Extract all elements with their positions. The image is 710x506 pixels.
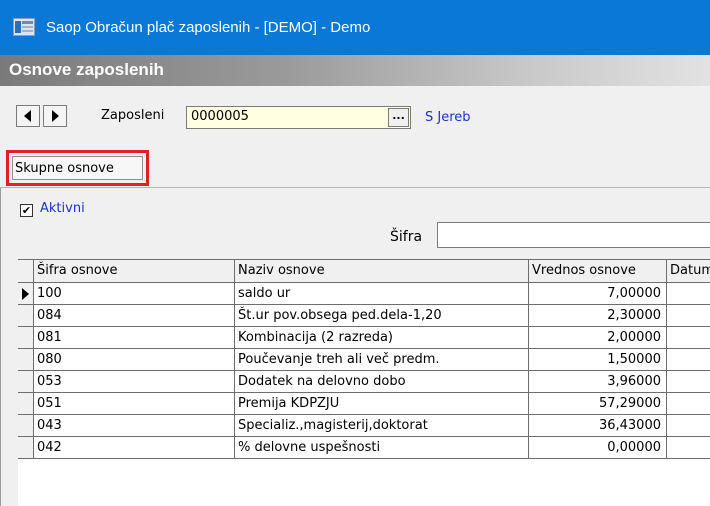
row-indicator[interactable] [18, 327, 34, 349]
arrow-left-icon [24, 110, 31, 122]
table-cell-name[interactable]: saldo ur [235, 283, 529, 305]
tab-content-panel: ✔ Aktivni Šifra Šifra osnove Naziv osnov… [0, 188, 710, 506]
row-indicator[interactable] [18, 371, 34, 393]
table-cell-code[interactable]: 042 [34, 437, 235, 459]
table-cell-code[interactable]: 100 [34, 283, 235, 305]
navigation-bar: Zaposleni 0000005 ... S Jereb [0, 86, 710, 146]
table-cell-date[interactable] [667, 437, 710, 459]
table-cell-name[interactable]: Specializ.,magisterij,doktorat [235, 415, 529, 437]
table-cell-date[interactable] [667, 305, 710, 327]
table-cell-name[interactable]: Poučevanje treh ali več predm. [235, 349, 529, 371]
next-record-button[interactable] [43, 105, 67, 127]
column-header-value[interactable]: Vrednos osnove [529, 259, 667, 283]
column-header-name[interactable]: Naziv osnove [235, 259, 529, 283]
tab-skupne-osnove[interactable]: Skupne osnove [12, 156, 143, 180]
employee-name: S Jereb [425, 110, 471, 125]
arrow-right-icon [52, 110, 59, 122]
table-cell-name[interactable]: Kombinacija (2 razreda) [235, 327, 529, 349]
previous-record-button[interactable] [16, 105, 40, 127]
table-cell-code[interactable]: 080 [34, 349, 235, 371]
tab-strip: Skupne osnove [0, 146, 710, 188]
form-header: Osnove zaposlenih [0, 55, 710, 86]
table-cell-date[interactable] [667, 327, 710, 349]
basis-grid[interactable]: Šifra osnove Naziv osnove Vrednos osnove… [18, 259, 710, 506]
table-cell-value[interactable]: 57,29000 [529, 393, 667, 415]
app-window-icon [13, 18, 35, 36]
row-indicator[interactable] [18, 283, 34, 305]
window-title: Saop Obračun plač zaposlenih - [DEMO] - … [46, 19, 371, 36]
table-cell-value[interactable]: 0,00000 [529, 437, 667, 459]
table-cell-code[interactable]: 084 [34, 305, 235, 327]
table-cell-value[interactable]: 2,30000 [529, 305, 667, 327]
table-cell-name[interactable]: % delovne uspešnosti [235, 437, 529, 459]
grid-corner [18, 259, 34, 283]
sifra-search-input[interactable] [437, 222, 710, 248]
tab-highlight: Skupne osnove [6, 150, 149, 186]
table-cell-date[interactable] [667, 371, 710, 393]
table-cell-date[interactable] [667, 349, 710, 371]
row-indicator[interactable] [18, 393, 34, 415]
row-indicator[interactable] [18, 349, 34, 371]
employee-lookup-button[interactable]: ... [388, 108, 409, 127]
employee-code-input[interactable]: 0000005 [186, 106, 411, 129]
table-cell-value[interactable]: 7,00000 [529, 283, 667, 305]
active-label: Aktivni [40, 201, 85, 216]
table-cell-date[interactable] [667, 393, 710, 415]
row-indicator[interactable] [18, 437, 34, 459]
table-cell-date[interactable] [667, 415, 710, 437]
window-titlebar: Saop Obračun plač zaposlenih - [DEMO] - … [0, 0, 710, 55]
table-cell-value[interactable]: 3,96000 [529, 371, 667, 393]
table-cell-name[interactable]: Premija KDPZJU [235, 393, 529, 415]
row-indicator[interactable] [18, 305, 34, 327]
active-checkbox[interactable]: ✔ [20, 204, 33, 217]
table-cell-date[interactable] [667, 283, 710, 305]
current-row-arrow-icon [22, 288, 29, 300]
table-cell-value[interactable]: 36,43000 [529, 415, 667, 437]
employee-label: Zaposleni [101, 108, 165, 123]
table-cell-code[interactable]: 051 [34, 393, 235, 415]
form-title: Osnove zaposlenih [9, 60, 164, 79]
row-indicator[interactable] [18, 415, 34, 437]
employee-code-value: 0000005 [191, 109, 249, 124]
column-header-code[interactable]: Šifra osnove [34, 259, 235, 283]
table-cell-code[interactable]: 043 [34, 415, 235, 437]
column-header-date[interactable]: Datum [667, 259, 710, 283]
table-cell-code[interactable]: 081 [34, 327, 235, 349]
table-cell-name[interactable]: Št.ur pov.obsega ped.dela-1,20 [235, 305, 529, 327]
table-cell-name[interactable]: Dodatek na delovno dobo [235, 371, 529, 393]
table-cell-code[interactable]: 053 [34, 371, 235, 393]
table-cell-value[interactable]: 1,50000 [529, 349, 667, 371]
table-cell-value[interactable]: 2,00000 [529, 327, 667, 349]
sifra-label: Šifra [390, 229, 423, 245]
